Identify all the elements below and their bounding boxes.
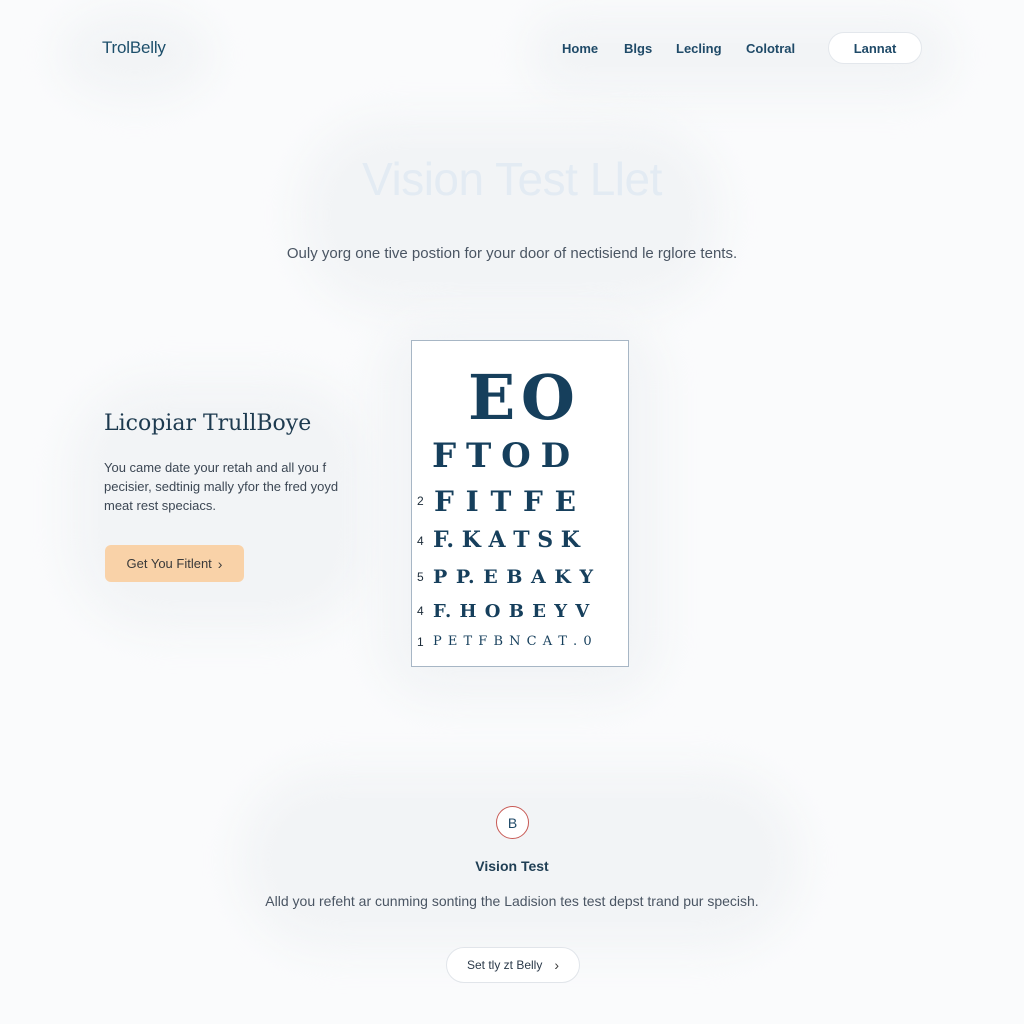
eye-chart-row: E O bbox=[412, 361, 628, 434]
hero-title: Vision Test Llet bbox=[362, 153, 662, 205]
eye-chart-row: F T O D bbox=[412, 436, 628, 476]
vision-test-title: Vision Test bbox=[475, 858, 549, 874]
eye-chart-row: 1 P E T F B N C A T . 0 bbox=[412, 634, 628, 652]
header-action-button[interactable]: Lannat bbox=[828, 32, 922, 64]
eye-chart-row-number: 5 bbox=[417, 570, 424, 584]
chevron-right-icon: › bbox=[217, 555, 223, 572]
eye-chart-row-number: 1 bbox=[417, 635, 424, 649]
vision-test-badge: B bbox=[496, 806, 529, 839]
chevron-right-icon: › bbox=[554, 957, 560, 973]
eye-chart-letters: P P. E B A K Y bbox=[433, 566, 595, 588]
get-fitlent-button[interactable]: Get You Fitlent › bbox=[105, 545, 244, 582]
eye-chart-letters: F I T F E bbox=[434, 485, 578, 518]
eye-chart-letters: F. K A T S K bbox=[433, 527, 580, 553]
eye-chart-row: 2 F I T F E bbox=[412, 485, 628, 519]
eye-chart-letters: F. H O B E Y V bbox=[433, 601, 591, 622]
bottom-button-label: Set tly zt Belly bbox=[466, 958, 543, 972]
badge-letter: B bbox=[507, 814, 518, 831]
eye-chart-letters: F T O D bbox=[432, 436, 570, 476]
set-belly-button[interactable]: Set tly zt Belly › bbox=[446, 947, 580, 983]
eye-chart-letters: E O bbox=[468, 361, 575, 434]
vision-test-description: Alld you refeht ar cunming sonting the L… bbox=[265, 893, 759, 909]
eye-chart-row: 5 P P. E B A K Y bbox=[412, 566, 628, 590]
feature-description: You came date your retah and all you f p… bbox=[104, 460, 339, 513]
cta-label: Get You Fitlent bbox=[126, 556, 212, 571]
eye-chart-row-number: 2 bbox=[417, 494, 424, 508]
eye-chart-row: 4 F. H O B E Y V bbox=[412, 601, 628, 623]
background-blob bbox=[300, 120, 720, 310]
eye-chart-row-number: 4 bbox=[417, 534, 424, 548]
nav-link-colotral[interactable]: Colotral bbox=[746, 41, 795, 56]
eye-chart-row-number: 4 bbox=[417, 604, 424, 618]
site-logo[interactable]: TrolBelly bbox=[102, 38, 166, 58]
eye-chart: E O F T O D 2 F I T F E 4 F. K A T S K 5… bbox=[411, 340, 629, 667]
nav-link-home[interactable]: Home bbox=[562, 41, 598, 56]
nav-link-leading[interactable]: Lecling bbox=[676, 41, 722, 56]
feature-title: Licopiar TrullBoye bbox=[104, 411, 312, 436]
hero-subtitle: Ouly yorg one tive postion for your door… bbox=[286, 245, 738, 262]
eye-chart-row: 4 F. K A T S K bbox=[412, 527, 628, 555]
eye-chart-letters: P E T F B N C A T . 0 bbox=[433, 634, 593, 649]
nav-link-blogs[interactable]: Blgs bbox=[624, 41, 652, 56]
